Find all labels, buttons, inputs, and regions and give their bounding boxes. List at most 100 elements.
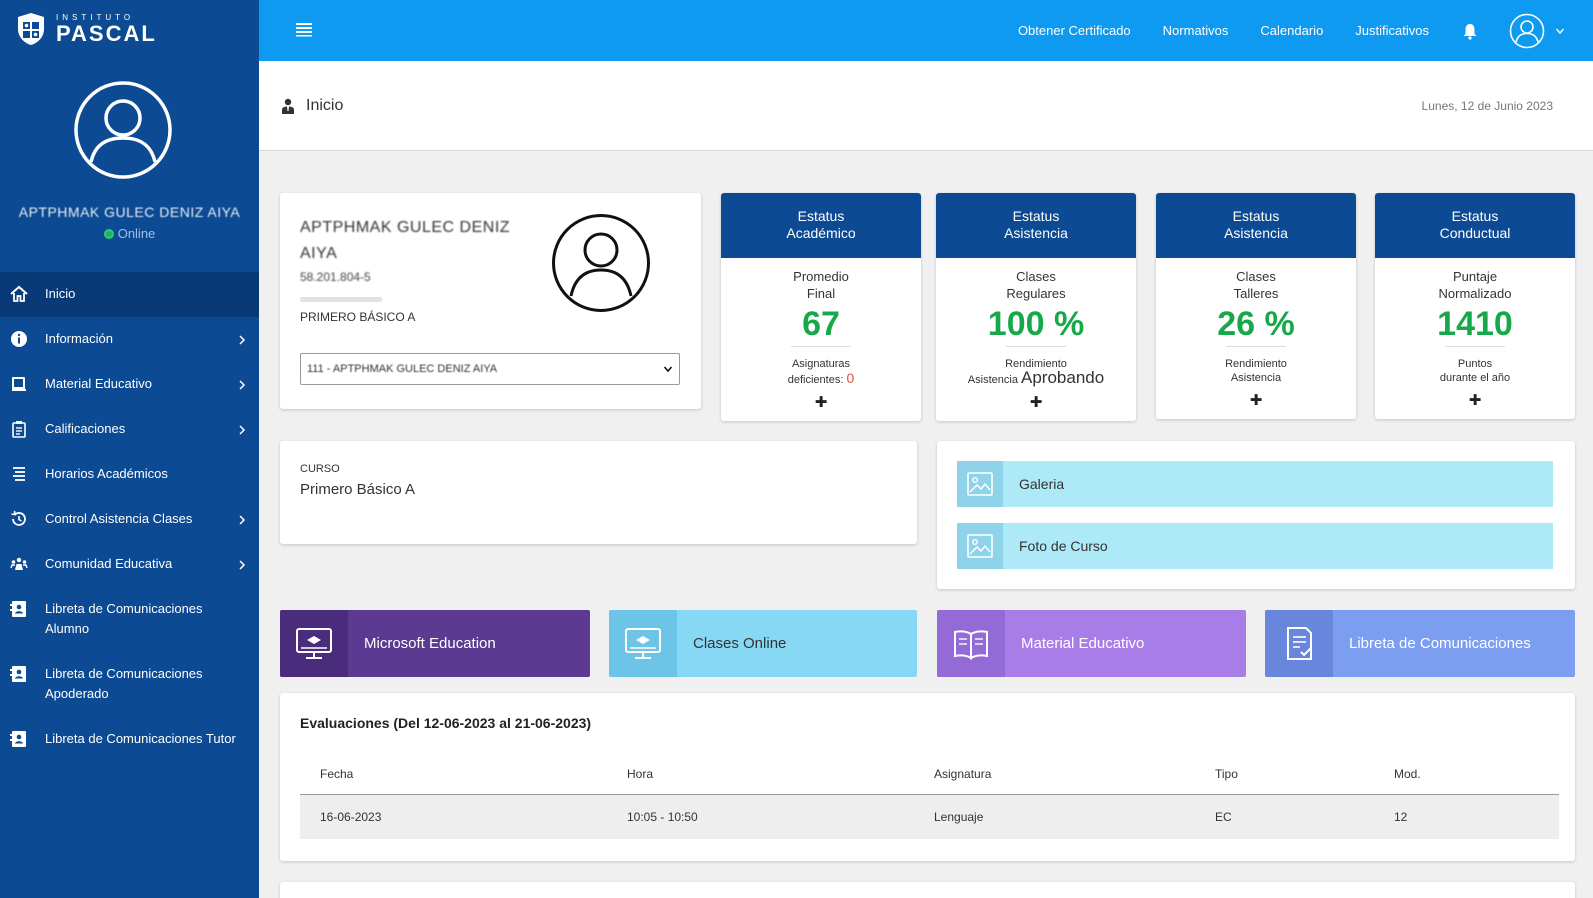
student-rut: 58.201.804-5	[300, 270, 371, 284]
sidebar-item-informacion[interactable]: Información	[0, 317, 259, 362]
curso-label: CURSO	[300, 463, 340, 475]
user-avatar-icon	[74, 81, 172, 179]
col-fecha: Fecha	[320, 766, 354, 781]
sidebar-item-label: Comunidad Educativa	[45, 556, 173, 571]
stat-sub-line2: Normalizado	[1438, 286, 1512, 301]
sidebar-item-label: Horarios Académicos	[45, 466, 168, 481]
book-icon	[12, 377, 26, 391]
expand-plus-button[interactable]: ✚	[1375, 391, 1575, 409]
expand-plus-button[interactable]: ✚	[1156, 391, 1356, 409]
student-select-value: 111 - APTPHMAK GULEC DENIZ AIYA	[307, 363, 498, 375]
online-status-label: Online	[117, 226, 156, 241]
stat-sub-line1: Puntaje	[1452, 269, 1498, 284]
stat-subtitle: Clases Regulares	[936, 268, 1136, 302]
col-hora: Hora	[627, 766, 654, 781]
sidebar-item-libreta-alumno[interactable]: Libreta de Comunicaciones Alumno	[0, 587, 259, 652]
student-card: APTPHMAK GULEC DENIZ AIYA 58.201.804-5 P…	[280, 193, 701, 409]
stat-head-line1: Estatus	[797, 208, 845, 224]
page-header: Inicio Lunes, 12 de Junio 2023	[259, 61, 1593, 151]
stat-divider	[1445, 346, 1505, 347]
top-navigation: Obtener Certificado Normativos Calendari…	[1018, 0, 1593, 61]
foto-curso-button[interactable]: Foto de Curso	[957, 523, 1553, 569]
hamburger-menu-icon[interactable]	[295, 21, 313, 37]
sidebar-item-libreta-apoderado[interactable]: Libreta de Comunicaciones Apoderado	[0, 652, 259, 717]
stat-card-header: Estatus Académico	[721, 193, 921, 258]
tile-label: Libreta de Comunicaciones	[1349, 635, 1531, 652]
info-icon	[11, 331, 27, 347]
chevron-right-icon	[239, 380, 246, 390]
evaluaciones-title: Evaluaciones (Del 12-06-2023 al 21-06-20…	[300, 715, 592, 731]
stat-footer: Puntos durante el año	[1375, 357, 1575, 385]
stat-head-line1: Estatus	[1451, 208, 1499, 224]
stat-foot-line2: Asistencia	[967, 374, 1018, 386]
galeria-button[interactable]: Galeria	[957, 461, 1553, 507]
cell-tipo: EC	[1215, 810, 1232, 824]
nav-normativos[interactable]: Normativos	[1163, 23, 1229, 38]
sidebar-item-calificaciones[interactable]: Calificaciones	[0, 407, 259, 452]
nav-obtener-certificado[interactable]: Obtener Certificado	[1018, 23, 1131, 38]
sidebar-user-name: APTPHMAK GULEC DENIZ AIYA	[18, 204, 241, 220]
user-menu-avatar-icon[interactable]	[1509, 13, 1545, 49]
chevron-down-icon[interactable]	[1555, 26, 1565, 36]
history-icon	[11, 510, 26, 526]
stat-foot-line1: Puntos	[1457, 358, 1493, 370]
evaluaciones-card: Evaluaciones (Del 12-06-2023 al 21-06-20…	[280, 693, 1575, 861]
cell-hora: 10:05 - 10:50	[627, 810, 698, 824]
tile-clases-online[interactable]: Clases Online	[609, 610, 917, 677]
community-icon	[10, 557, 28, 570]
stat-card-academico: Estatus Académico Promedio Final 67 Asigna…	[721, 193, 921, 421]
stat-sub-line2: Final	[806, 286, 836, 301]
stat-sub-line2: Regulares	[1006, 286, 1066, 301]
tile-label: Microsoft Education	[364, 635, 496, 652]
stat-value: 1410	[1437, 305, 1513, 343]
stat-card-asistencia-talleres: Estatus Asistencia Clases Talleres 26 % Re…	[1156, 193, 1356, 419]
table-row: 16-06-2023 10:05 - 10:50 Lenguaje EC 12	[300, 795, 1559, 839]
monitor-icon	[609, 610, 677, 677]
page-title: Inicio	[306, 97, 344, 114]
page-date: Lunes, 12 de Junio 2023	[1421, 99, 1553, 113]
nav-calendario[interactable]: Calendario	[1260, 23, 1323, 38]
sidebar-nav: Inicio Información Material Educativo Ca…	[0, 272, 259, 782]
sidebar-item-horarios[interactable]: Horarios Académicos	[0, 452, 259, 497]
address-book-icon	[10, 731, 26, 747]
stat-foot-line1: Rendimiento	[1225, 358, 1287, 370]
tile-microsoft-education[interactable]: Microsoft Education	[280, 610, 590, 677]
stat-value: 67	[802, 305, 840, 343]
sidebar-item-comunidad-educativa[interactable]: Comunidad Educativa	[0, 542, 259, 587]
sidebar-item-label: Calificaciones	[45, 421, 126, 436]
chevron-right-icon	[239, 425, 246, 435]
next-card	[280, 882, 1575, 898]
online-dot-icon	[103, 229, 114, 239]
sidebar-item-libreta-tutor[interactable]: Libreta de Comunicaciones Tutor	[0, 717, 259, 782]
expand-plus-button[interactable]: ✚	[721, 393, 921, 411]
student-select[interactable]: 111 - APTPHMAK GULEC DENIZ AIYA	[300, 353, 680, 385]
stat-subtitle: Clases Talleres	[1156, 268, 1356, 302]
user-tie-icon	[282, 98, 294, 114]
sidebar: INSTITUTO PASCAL APTPHMAK GULEC DENIZ AI…	[0, 0, 259, 898]
nav-justificativos[interactable]: Justificativos	[1355, 23, 1429, 38]
stat-divider	[791, 346, 851, 347]
stat-sub-line1: Promedio	[793, 269, 849, 284]
sidebar-item-label: Información	[45, 331, 113, 346]
col-asignatura: Asignatura	[934, 766, 992, 781]
document-check-icon	[1265, 610, 1333, 677]
brand-logo[interactable]: INSTITUTO PASCAL	[16, 12, 157, 46]
galeria-label: Galeria	[1019, 476, 1065, 492]
sidebar-item-control-asistencia[interactable]: Control Asistencia Clases	[0, 497, 259, 542]
sidebar-item-label: Material Educativo	[45, 376, 152, 391]
chevron-right-icon	[239, 515, 246, 525]
sidebar-item-label: Libreta de Comunicaciones Alumno	[45, 601, 203, 636]
sidebar-item-material-educativo[interactable]: Material Educativo	[0, 362, 259, 407]
tile-label: Clases Online	[693, 635, 787, 652]
tile-libreta-comunicaciones[interactable]: Libreta de Comunicaciones	[1265, 610, 1575, 677]
tile-label: Material Educativo	[1021, 635, 1145, 652]
stat-card-asistencia-regulares: Estatus Asistencia Clases Regulares 100 % …	[936, 193, 1136, 421]
shield-logo-icon	[18, 13, 44, 45]
stat-footer: Asignaturas deficientes: 0	[721, 357, 921, 387]
sidebar-item-label: Libreta de Comunicaciones Apoderado	[45, 666, 203, 701]
bell-icon[interactable]	[1461, 22, 1479, 40]
monitor-icon	[280, 610, 348, 677]
tile-material-educativo[interactable]: Material Educativo	[937, 610, 1246, 677]
expand-plus-button[interactable]: ✚	[936, 393, 1136, 411]
sidebar-item-inicio[interactable]: Inicio	[0, 272, 259, 317]
